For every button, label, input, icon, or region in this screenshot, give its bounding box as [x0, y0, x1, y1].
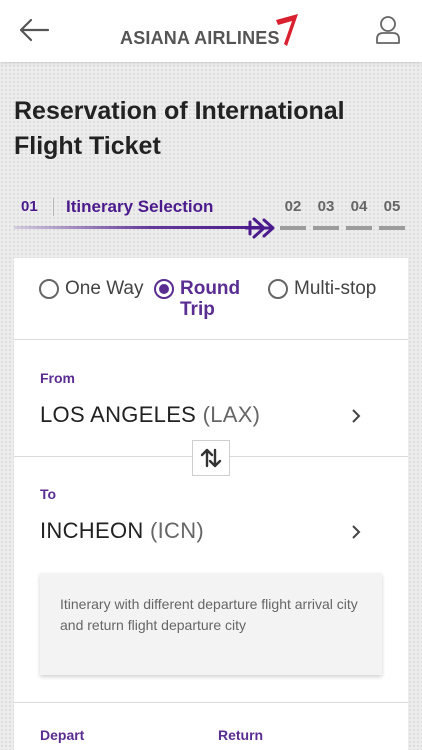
to-city: INCHEON (ICN) — [40, 518, 204, 544]
step-progress: 01 Itinerary Selection 02 03 04 05 — [0, 190, 422, 240]
radio-round-trip[interactable]: Round Trip — [154, 278, 250, 320]
chevron-right-icon — [348, 406, 364, 426]
to-city-name: INCHEON — [40, 518, 144, 543]
itinerary-card: One Way Round Trip Multi-stop From LOS A… — [14, 258, 408, 750]
back-button[interactable] — [14, 12, 54, 48]
radio-label: Multi-stop — [294, 278, 377, 299]
user-button[interactable] — [368, 10, 408, 50]
asiana-wing-icon — [276, 14, 298, 46]
step-bar-2 — [280, 226, 306, 230]
brand-name: ASIANA AIRLINES — [120, 28, 280, 48]
to-city-code: (ICN) — [149, 518, 205, 543]
radio-unchecked-icon — [39, 279, 59, 299]
from-city-name: LOS ANGELES — [40, 402, 197, 427]
trip-type-selector: One Way Round Trip Multi-stop — [14, 258, 408, 340]
depart-label[interactable]: Depart — [40, 727, 84, 743]
radio-label: One Way — [65, 278, 144, 299]
info-text: Itinerary with different departure fligh… — [60, 596, 358, 633]
brand-logo: ASIANA AIRLINES — [120, 14, 310, 54]
step-progress-track — [14, 217, 280, 239]
return-label[interactable]: Return — [218, 727, 263, 743]
step-bar-5 — [379, 226, 405, 230]
app-header: ASIANA AIRLINES — [0, 0, 422, 62]
from-city-selector[interactable]: From LOS ANGELES (LAX) — [14, 340, 408, 456]
step-number-5: 05 — [383, 198, 401, 215]
radio-one-way[interactable]: One Way — [39, 278, 144, 299]
step-number-3: 03 — [317, 198, 335, 215]
to-label: To — [40, 486, 57, 502]
arrow-left-icon — [19, 18, 50, 42]
from-label: From — [40, 370, 75, 386]
step-number-2: 02 — [284, 198, 302, 215]
step-current-label: Itinerary Selection — [66, 197, 214, 216]
step-bar-3 — [313, 226, 339, 230]
multi-city-info-box[interactable]: Itinerary with different departure fligh… — [40, 573, 382, 675]
page-title: Reservation of International Flight Tick… — [14, 97, 345, 160]
divider — [14, 702, 408, 703]
plane-arrow-icon — [14, 217, 275, 239]
user-icon — [376, 16, 400, 44]
from-city: LOS ANGELES (LAX) — [40, 402, 260, 428]
radio-multi-stop[interactable]: Multi-stop — [268, 278, 376, 299]
step-divider — [53, 198, 54, 216]
chevron-right-icon — [348, 522, 364, 542]
radio-checked-icon — [154, 279, 174, 299]
radio-label: Round Trip — [180, 278, 241, 320]
from-city-code: (LAX) — [202, 402, 261, 427]
step-bar-4 — [346, 226, 372, 230]
to-city-selector[interactable]: To INCHEON (ICN) — [14, 457, 408, 573]
step-number-4: 04 — [350, 198, 368, 215]
step-current-number: 01 — [21, 198, 38, 215]
radio-unchecked-icon — [268, 279, 288, 299]
